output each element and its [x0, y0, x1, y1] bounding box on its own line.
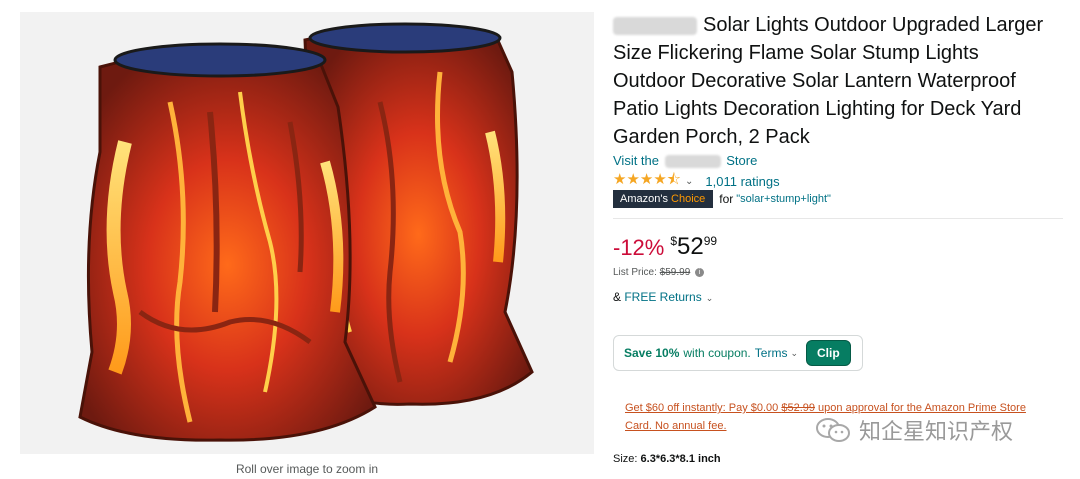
- promo-text-1: Get $60 off instantly: Pay $0.00: [625, 402, 782, 414]
- store-suffix: Store: [726, 153, 758, 168]
- info-icon[interactable]: i: [695, 267, 705, 277]
- size-row: Size: 6.3*6.3*8.1 inch: [613, 453, 721, 465]
- clip-coupon-button[interactable]: Clip: [806, 340, 851, 366]
- coupon-terms-link[interactable]: Terms: [755, 346, 788, 360]
- coupon-with-text: with coupon.: [683, 346, 751, 360]
- watermark-text: 知企星知识产权: [859, 420, 1014, 445]
- badge-main: Amazon's: [620, 193, 672, 205]
- badge-for-label: for: [719, 192, 734, 206]
- amazons-choice-row: Amazon's Choice for "solar+stump+light": [613, 190, 831, 208]
- size-label: Size:: [613, 453, 641, 465]
- chevron-down-icon[interactable]: ⌄: [706, 293, 714, 303]
- promo-struck-price: $52.99: [781, 402, 815, 414]
- price-currency: $: [670, 234, 678, 248]
- amazons-choice-badge: Amazon's Choice: [613, 190, 714, 208]
- free-returns-link[interactable]: FREE Returns: [624, 290, 701, 304]
- price-row: -12% $ 52 99: [613, 233, 717, 263]
- coupon-box: Save 10% with coupon. Terms ⌄ Clip: [613, 335, 863, 371]
- list-price-label: List Price:: [613, 267, 660, 278]
- size-value: 6.3*6.3*8.1 inch: [640, 453, 721, 465]
- price-whole: 52: [677, 233, 704, 260]
- chevron-down-icon[interactable]: ⌄: [685, 176, 693, 187]
- list-price: List Price: $59.99 i: [613, 267, 705, 278]
- stump-lights-photo: [78, 22, 534, 442]
- divider: [613, 218, 1063, 219]
- redacted-brand: [613, 16, 697, 35]
- price-fraction: 99: [703, 234, 718, 248]
- zoom-hint: Roll over image to zoom in: [235, 462, 379, 476]
- store-prefix: Visit the: [613, 153, 660, 168]
- product-image[interactable]: [20, 12, 594, 454]
- list-price-value: $59.99: [659, 267, 691, 278]
- badge-accent: Choice: [671, 193, 706, 205]
- coupon-save-text: Save 10%: [624, 346, 680, 360]
- discount-percent: -12%: [613, 235, 665, 260]
- redacted-store-name: [664, 155, 721, 169]
- returns-row: & FREE Returns ⌄: [613, 290, 713, 304]
- product-title: Solar Lights Outdoor Upgraded Larger Siz…: [613, 11, 1053, 151]
- wechat-icon: [816, 418, 850, 442]
- watermark: 知企星知识产权: [815, 414, 1013, 446]
- chevron-down-icon[interactable]: ⌄: [790, 348, 798, 359]
- store-link[interactable]: Visit the Store: [613, 153, 758, 169]
- returns-prefix: &: [613, 290, 625, 304]
- front-stump: [78, 42, 377, 442]
- badge-keyword-link[interactable]: "solar+stump+light": [736, 193, 831, 205]
- ratings-count-link[interactable]: 1,011 ratings: [705, 174, 779, 189]
